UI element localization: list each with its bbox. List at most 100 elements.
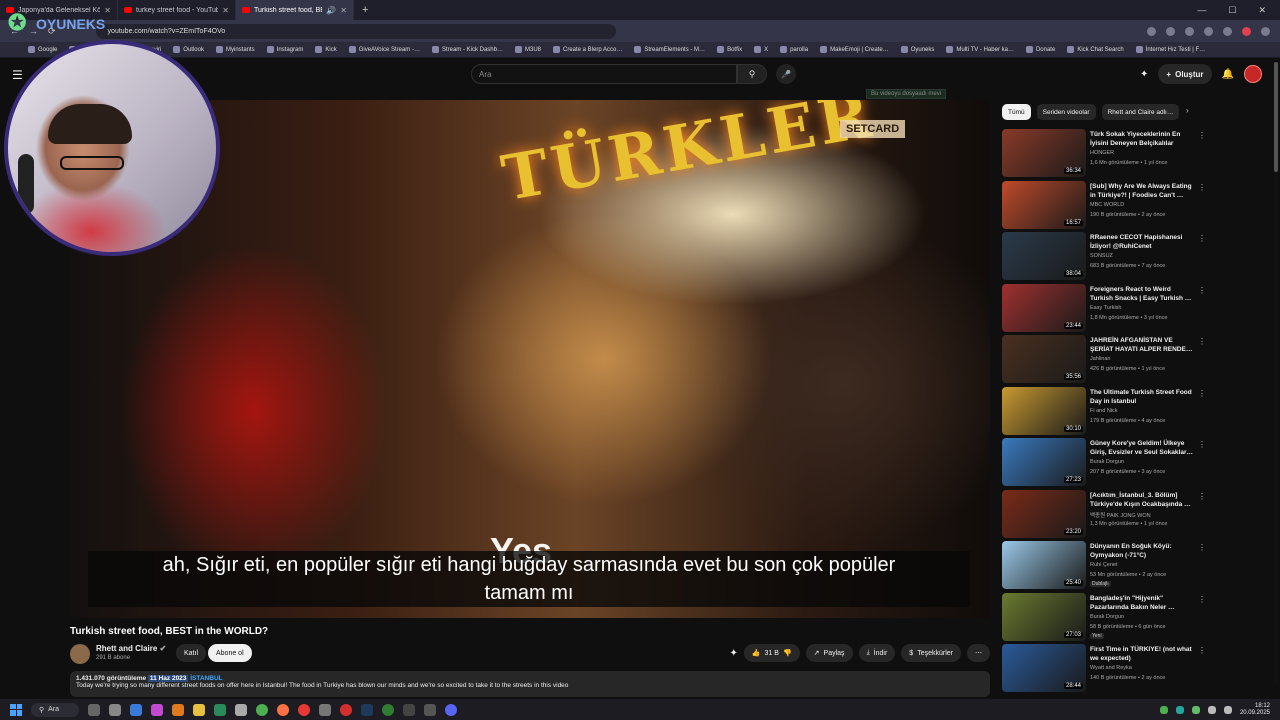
bookmark-item[interactable]: Kick Chat Search: [1067, 46, 1124, 53]
video-thumbnail[interactable]: 16:57: [1002, 180, 1086, 229]
more-options-icon[interactable]: ⋮: [1198, 440, 1206, 449]
filter-chip[interactable]: Tümü: [1002, 104, 1031, 120]
video-thumbnail[interactable]: 27:03: [1002, 592, 1086, 641]
video-thumbnail[interactable]: 25:40: [1002, 541, 1086, 589]
browser-tab-active[interactable]: Turkish street food, BEST in… 🔊 ✕: [236, 0, 354, 20]
subscribe-button[interactable]: Abone ol: [208, 644, 252, 662]
recommended-video[interactable]: 16:57 [Sub] Why Are We Always Eating in T…: [1002, 180, 1208, 229]
channel-name[interactable]: SONSUZ: [1090, 253, 1113, 259]
channel-avatar[interactable]: [70, 644, 90, 664]
recommended-video[interactable]: 30:10 The Ultimate Turkish Street Food Da…: [1002, 386, 1208, 435]
filter-chip[interactable]: Seriden videolar: [1036, 104, 1096, 120]
app-icon[interactable]: [235, 703, 247, 716]
bookmark-item[interactable]: Google: [28, 46, 57, 53]
bookmark-item[interactable]: M3U8: [514, 46, 541, 53]
close-window-icon[interactable]: ✕: [1258, 5, 1266, 16]
video-title[interactable]: JAHREİN AFGANİSTAN VE ŞERİAT HAYATI ALPE…: [1090, 336, 1194, 354]
more-options-icon[interactable]: ⋮: [1198, 337, 1206, 346]
video-title[interactable]: The Ultimate Turkish Street Food Day in …: [1090, 388, 1194, 406]
app-icon[interactable]: [130, 703, 142, 716]
like-button[interactable]: 👍 31 B 👎: [743, 644, 800, 662]
volume-icon[interactable]: [1223, 705, 1232, 714]
video-title[interactable]: Bangladeş'in "Hijyenik" Pazarlarında Bak…: [1090, 594, 1194, 612]
wifi-icon[interactable]: [1207, 705, 1216, 714]
chrome-icon[interactable]: [277, 703, 289, 716]
bookmark-item[interactable]: Kick: [315, 46, 337, 53]
close-icon[interactable]: ✕: [222, 6, 229, 15]
bookmark-item[interactable]: Instagram: [266, 46, 303, 53]
video-title[interactable]: Foreigners React to Weird Turkish Snacks…: [1090, 285, 1194, 303]
chevron-right-icon[interactable]: ›: [1186, 106, 1189, 115]
recommended-video[interactable]: 23:20 [Acıktım_İstanbul_3. Bölüm] Türkiye…: [1002, 489, 1208, 538]
scrollbar-thumb[interactable]: [1274, 62, 1278, 172]
video-thumbnail[interactable]: 23:20: [1002, 489, 1086, 538]
recommended-video[interactable]: 28:44 First Time in TÜRKIYE! (not what we…: [1002, 644, 1208, 692]
channel-name[interactable]: Easy Turkish: [1090, 305, 1121, 311]
speaker-icon[interactable]: 🔊: [326, 6, 336, 15]
bookmark-item[interactable]: parolla: [780, 46, 808, 53]
video-thumbnail[interactable]: 28:44: [1002, 644, 1086, 692]
browser-tab[interactable]: turkey street food - YouTube ✕: [118, 0, 236, 20]
xbox-icon[interactable]: [382, 703, 394, 716]
app-icon[interactable]: [151, 703, 163, 716]
app-icon[interactable]: [214, 703, 226, 716]
channel-name[interactable]: MBC WORLD: [1090, 202, 1124, 208]
recommended-video[interactable]: 27:23 Güney Kore'ye Geldim! Ülkeye Giriş,…: [1002, 438, 1208, 486]
hamburger-menu-icon[interactable]: ☰: [12, 68, 23, 82]
description-box[interactable]: 1.431.070 görüntüleme 11 Haz 2023 İSTANB…: [70, 671, 990, 697]
video-thumbnail[interactable]: 23:44: [1002, 283, 1086, 332]
download-button[interactable]: ⤓ İndir: [858, 644, 896, 662]
profile-icon[interactable]: [1242, 26, 1251, 36]
task-view-icon[interactable]: [88, 703, 100, 716]
discord-icon[interactable]: [445, 703, 457, 716]
search-button[interactable]: ⚲: [737, 64, 767, 84]
more-options-icon[interactable]: ⋮: [1198, 234, 1206, 243]
recommended-video[interactable]: 35:56 JAHREİN AFGANİSTAN VE ŞERİAT HAYATI…: [1002, 335, 1208, 383]
channel-name[interactable]: HONGER: [1090, 150, 1114, 156]
create-button[interactable]: + Oluştur: [1158, 64, 1212, 84]
extension-icon[interactable]: [1185, 26, 1194, 36]
bookmark-item[interactable]: Oyuneks: [900, 46, 934, 53]
app-icon[interactable]: [172, 703, 184, 716]
sparkle-icon[interactable]: ✦: [729, 648, 737, 659]
more-options-icon[interactable]: ⋮: [1198, 389, 1206, 398]
video-thumbnail[interactable]: 27:23: [1002, 438, 1086, 486]
video-title[interactable]: [Acıktım_İstanbul_3. Bölüm] Türkiye'de K…: [1090, 491, 1194, 509]
video-title[interactable]: [Sub] Why Are We Always Eating in Türkiy…: [1090, 182, 1194, 200]
app-icon[interactable]: [319, 703, 331, 716]
app-icon[interactable]: [424, 703, 436, 716]
notifications-bell-icon[interactable]: 🔔: [1222, 69, 1234, 80]
join-button[interactable]: Katıl: [176, 644, 207, 662]
channel-name[interactable]: Jahlinan: [1090, 356, 1111, 362]
video-title[interactable]: Türk Sokak Yiyeceklerinin En İyisini Den…: [1090, 130, 1194, 148]
video-thumbnail[interactable]: 38:04: [1002, 232, 1086, 280]
new-tab-button[interactable]: +: [354, 4, 376, 16]
video-title[interactable]: RRaenee CECOT Hapishanesi İzliyor! @Ruhi…: [1090, 233, 1194, 251]
bookmark-item[interactable]: X: [754, 46, 768, 53]
account-avatar[interactable]: [1244, 65, 1262, 83]
chrome-icon[interactable]: [298, 703, 310, 716]
video-title[interactable]: Güney Kore'ye Geldim! Ülkeye Giriş, Evsi…: [1090, 439, 1194, 457]
windows-start-icon[interactable]: [10, 703, 22, 716]
channel-name[interactable]: Burak Dorgun: [1090, 614, 1124, 620]
recommended-video[interactable]: 27:03 Bangladeş'in "Hijyenik" Pazarlarınd…: [1002, 592, 1208, 641]
recommended-video[interactable]: 36:34 Türk Sokak Yiyeceklerinin En İyisin…: [1002, 129, 1208, 177]
more-options-icon[interactable]: ⋮: [1198, 183, 1206, 192]
recommended-video[interactable]: 25:40 Dünyanın En Soğuk Köyü: Oymyakon (-…: [1002, 541, 1208, 589]
taskbar-search[interactable]: ⚲ Ara: [31, 702, 79, 717]
video-thumbnail[interactable]: 36:34: [1002, 129, 1086, 177]
recommended-video[interactable]: 38:04 RRaenee CECOT Hapishanesi İzliyor! …: [1002, 232, 1208, 280]
close-icon[interactable]: ✕: [104, 6, 111, 15]
channel-name[interactable]: Burak Dorgun: [1090, 459, 1124, 465]
close-icon[interactable]: ✕: [340, 6, 347, 15]
share-button[interactable]: ↗ Paylaş: [805, 644, 853, 662]
thumbs-down-icon[interactable]: 👎: [783, 649, 792, 657]
bookmark-item[interactable]: Multi TV - Haber ka…: [946, 46, 1014, 53]
extension-icon[interactable]: [1166, 26, 1175, 36]
hashtag-link[interactable]: İSTANBUL: [190, 675, 222, 682]
bookmark-item[interactable]: GiveAVoice Stream -…: [348, 46, 420, 53]
more-options-icon[interactable]: ⋮: [1198, 646, 1206, 655]
extension-icon[interactable]: [1147, 26, 1156, 36]
folder-icon[interactable]: [193, 703, 205, 716]
cast-icon[interactable]: ✦: [1140, 69, 1148, 80]
